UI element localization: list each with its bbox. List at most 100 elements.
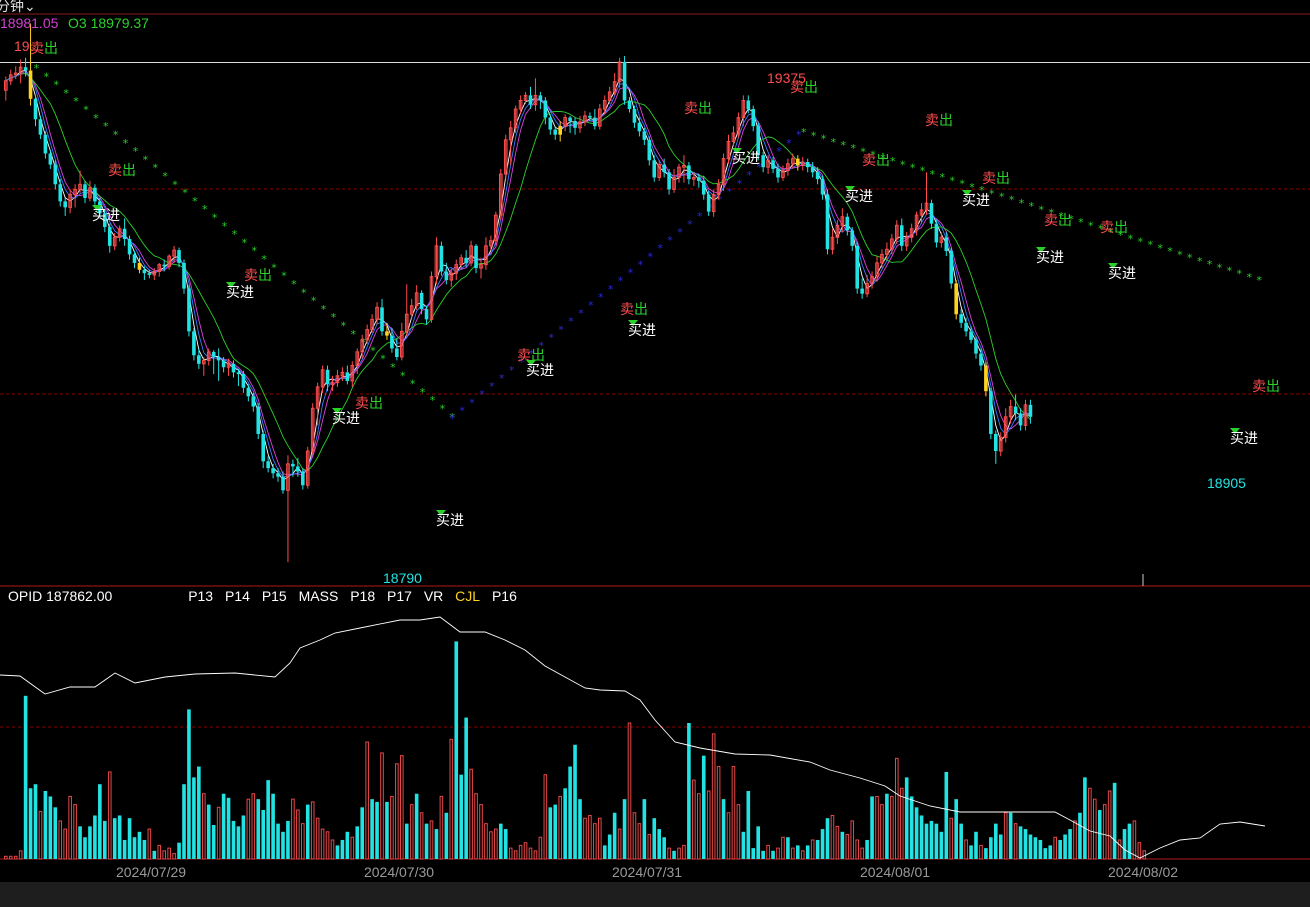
volume-bar bbox=[855, 839, 860, 860]
candle-body bbox=[652, 160, 657, 178]
volume-bar bbox=[637, 823, 642, 860]
volume-bar bbox=[88, 826, 92, 859]
sar-dot: * bbox=[687, 218, 693, 231]
volume-bar bbox=[1018, 826, 1023, 859]
volume-bar bbox=[538, 836, 543, 860]
tab-vr[interactable]: VR bbox=[424, 588, 443, 604]
tab-cjl[interactable]: CJL bbox=[455, 588, 480, 604]
volume-bar bbox=[261, 810, 265, 859]
volume-bar bbox=[132, 837, 137, 859]
volume-bar bbox=[672, 850, 676, 859]
volume-bar bbox=[103, 820, 107, 859]
volume-bar bbox=[499, 823, 503, 859]
volume-bar bbox=[291, 798, 295, 860]
candle-body bbox=[266, 461, 270, 469]
candle-body bbox=[53, 164, 58, 185]
sar-dot: * bbox=[1246, 271, 1252, 284]
candle-body bbox=[1013, 406, 1018, 414]
candle-body bbox=[197, 355, 201, 364]
sar-dots: ****************************************… bbox=[34, 62, 1263, 426]
candle-body bbox=[93, 187, 97, 202]
volume-bar bbox=[682, 844, 686, 860]
candle-body bbox=[390, 335, 394, 349]
candle-body bbox=[776, 168, 780, 178]
volume-bar bbox=[231, 820, 236, 859]
volume-bar bbox=[409, 804, 414, 860]
candle-body bbox=[107, 227, 112, 246]
volume-bar bbox=[875, 795, 879, 860]
volume-bar bbox=[904, 777, 909, 859]
volume-bar bbox=[404, 823, 409, 859]
tab-mass[interactable]: MASS bbox=[299, 588, 339, 604]
volume-bar bbox=[48, 796, 53, 859]
volume-bar bbox=[172, 853, 176, 860]
sar-dot: * bbox=[44, 70, 50, 83]
volume-bar bbox=[533, 850, 538, 860]
sar-dot: * bbox=[786, 137, 792, 150]
candle-body bbox=[192, 331, 196, 356]
sell-signal: 卖出 bbox=[620, 301, 648, 317]
candlesticks bbox=[4, 23, 1033, 563]
volume-bar bbox=[593, 823, 597, 860]
sar-dot: * bbox=[1167, 245, 1173, 258]
volume-bar bbox=[489, 831, 493, 860]
volume-bar bbox=[612, 812, 617, 859]
volume-bar bbox=[325, 831, 330, 860]
candle-body bbox=[127, 239, 132, 255]
sar-dot: * bbox=[162, 170, 168, 183]
candle-body bbox=[419, 292, 424, 310]
volume-bar bbox=[568, 766, 572, 859]
volume-bar bbox=[523, 842, 528, 860]
volume-bar bbox=[746, 791, 751, 859]
tab-p16[interactable]: P16 bbox=[492, 588, 517, 604]
tab-p15[interactable]: P15 bbox=[262, 588, 287, 604]
sar-dot: * bbox=[657, 242, 663, 255]
sar-dot: * bbox=[1227, 264, 1233, 277]
sar-dot: * bbox=[479, 388, 485, 401]
volume-bar bbox=[474, 793, 478, 860]
volume-bar bbox=[860, 847, 864, 860]
volume-bar bbox=[127, 818, 132, 859]
volume-bar bbox=[622, 799, 627, 859]
candle-body bbox=[132, 254, 137, 263]
sar-dot: * bbox=[63, 87, 69, 100]
tab-p14[interactable]: P14 bbox=[225, 588, 250, 604]
sar-dot: * bbox=[811, 129, 817, 142]
candle-body bbox=[251, 396, 256, 407]
candle-body bbox=[380, 307, 384, 332]
sar-dot: * bbox=[103, 120, 109, 133]
chevron-down-icon[interactable]: ⌄ bbox=[24, 0, 36, 14]
volume-bar bbox=[365, 741, 369, 860]
candle-body bbox=[899, 225, 904, 246]
volume-bar bbox=[216, 806, 221, 860]
candle-body bbox=[301, 471, 305, 486]
tab-p18[interactable]: P18 bbox=[350, 588, 375, 604]
tab-p13[interactable]: P13 bbox=[188, 588, 213, 604]
sell-signal: 卖出 bbox=[108, 162, 136, 178]
volume-bars bbox=[4, 641, 1147, 860]
volume-bar bbox=[845, 834, 850, 860]
sar-dot: * bbox=[648, 250, 654, 263]
volume-bar bbox=[1097, 810, 1102, 859]
volume-bar bbox=[449, 738, 454, 860]
sar-dot: * bbox=[1088, 219, 1094, 232]
volume-bar bbox=[434, 829, 439, 859]
volume-bar bbox=[890, 795, 894, 860]
volume-bar bbox=[934, 823, 939, 859]
tab-p17[interactable]: P17 bbox=[387, 588, 412, 604]
volume-bar bbox=[1122, 829, 1127, 859]
candle-body bbox=[325, 369, 330, 385]
volume-bar bbox=[687, 723, 691, 859]
candle-body bbox=[667, 172, 671, 190]
candle-body bbox=[385, 331, 389, 336]
volume-bar bbox=[701, 755, 706, 859]
sar-dot: * bbox=[598, 291, 604, 304]
volume-bar bbox=[187, 709, 191, 859]
candle-body bbox=[162, 264, 166, 267]
sar-dot: * bbox=[558, 323, 564, 336]
candle-body bbox=[820, 179, 825, 195]
buy-signal: 买进 bbox=[332, 408, 360, 426]
period-label[interactable]: 分钟⌄ bbox=[0, 0, 36, 16]
volume-bar bbox=[870, 796, 874, 859]
sar-dot: * bbox=[489, 380, 495, 393]
